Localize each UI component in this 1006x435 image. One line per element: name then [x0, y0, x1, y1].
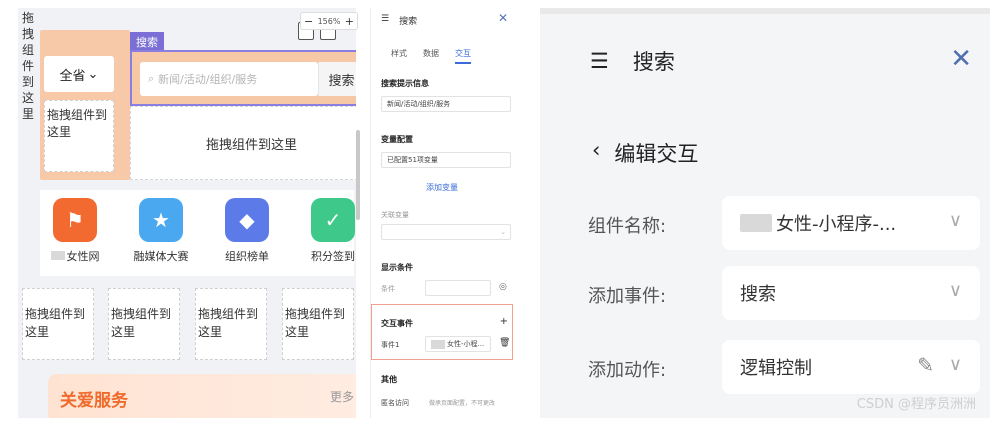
- zoom-out-button[interactable]: −: [304, 15, 313, 28]
- chevron-left-icon: ‹: [592, 138, 601, 162]
- component-name-row: 组件名称: 女性-小程序-... ∨: [588, 196, 988, 252]
- event1-label: 事件1: [381, 341, 400, 349]
- component-name-value: 女性-小程序-...: [776, 214, 897, 235]
- app-item-ranking[interactable]: ◆ 组织榜单: [212, 198, 282, 264]
- event1-value: 女性-小程...: [447, 340, 485, 348]
- search-icon: ⌕: [148, 72, 155, 85]
- province-label: 全省: [59, 68, 86, 84]
- add-variable-button[interactable]: 添加变量: [371, 182, 513, 193]
- app-label: 积分签到: [311, 250, 355, 263]
- panel-tabs: 样式 数据 交互: [391, 48, 471, 64]
- anonymous-access-label: 匿名访问: [381, 399, 409, 407]
- search-button[interactable]: 搜索: [318, 62, 356, 96]
- editor-canvas: 拖拽组件到这里 全省 ⌄ 拖拽组件到这里 搜索 ⌕ 新闻/活动/组织/服务 搜索…: [18, 8, 356, 418]
- diamond-icon: ◆: [225, 198, 269, 242]
- search-placeholder: 新闻/活动/组织/服务: [158, 73, 258, 86]
- property-panel: ☰ 搜索 ✕ 样式 数据 交互 搜索提示信息 新闻/活动/组织/服务 变量配置 …: [370, 8, 513, 418]
- dropzone-row-item[interactable]: 拖拽组件到这里: [195, 288, 267, 360]
- dropzone-row-item[interactable]: 拖拽组件到这里: [108, 288, 180, 360]
- display-condition-label: 显示条件: [381, 263, 413, 272]
- top-strip: [540, 8, 990, 14]
- hint-section-label: 搜索提示信息: [381, 79, 429, 88]
- screenshot-root: 拖拽组件到这里 全省 ⌄ 拖拽组件到这里 搜索 ⌕ 新闻/活动/组织/服务 搜索…: [0, 0, 1006, 435]
- vertical-dropzone-text: 拖拽组件到这里: [22, 11, 35, 121]
- other-section-label: 其他: [381, 375, 397, 384]
- add-action-value: 逻辑控制: [740, 358, 812, 379]
- flag-icon: ⚑: [53, 198, 97, 242]
- trash-icon[interactable]: 🗑: [499, 338, 510, 348]
- panel-title: 搜索: [399, 17, 418, 27]
- canvas-scrollbar[interactable]: [356, 130, 360, 220]
- chevron-down-icon: ⌄: [87, 66, 99, 82]
- pen-icon[interactable]: ✎: [917, 353, 934, 377]
- interaction-event-label: 交互事件: [381, 319, 413, 328]
- related-variable-label: 关联变量: [381, 211, 409, 219]
- add-action-select[interactable]: 逻辑控制 ✎ ∨: [722, 340, 980, 394]
- calendar-check-icon: ✓: [311, 198, 355, 242]
- related-variable-select[interactable]: ⌄: [381, 224, 511, 240]
- dropzone-large[interactable]: 拖拽组件到这里: [130, 106, 356, 180]
- chevron-down-icon: ∨: [948, 280, 962, 301]
- dropzone-small[interactable]: 拖拽组件到这里: [44, 100, 114, 172]
- app-item-women[interactable]: ⚑ 女性网: [40, 198, 110, 264]
- add-event-label: 添加事件:: [588, 286, 667, 307]
- star-icon: ★: [139, 198, 183, 242]
- zoomed-title: 搜索: [632, 50, 675, 74]
- hint-input[interactable]: 新闻/活动/组织/服务: [381, 96, 511, 112]
- blurred-text: [50, 251, 65, 260]
- tab-interaction[interactable]: 交互: [455, 48, 471, 64]
- watermark: CSDN @程序员洲洲: [856, 397, 976, 412]
- dropzone-row-item[interactable]: 拖拽组件到这里: [282, 288, 354, 360]
- zoom-control: − 156% +: [300, 12, 358, 30]
- variable-summary[interactable]: 已配置51项变量: [381, 152, 511, 168]
- app-item-checkin[interactable]: ✓ 积分签到: [298, 198, 356, 264]
- settings-sliders-icon: ☰: [590, 49, 609, 73]
- chevron-down-icon: ∨: [948, 354, 962, 375]
- condition-input[interactable]: [425, 280, 491, 296]
- add-event-value: 搜索: [740, 284, 776, 305]
- app-label: 女性网: [66, 250, 100, 263]
- panel-header: ☰ 搜索: [381, 14, 417, 27]
- close-icon[interactable]: ✕: [498, 11, 508, 25]
- blurred-text: [740, 214, 772, 232]
- tab-data[interactable]: 数据: [423, 48, 439, 64]
- province-select[interactable]: 全省 ⌄: [44, 56, 114, 92]
- anonymous-access-value: 做承页面配置，不可更改: [429, 400, 496, 407]
- more-link[interactable]: 更多: [330, 388, 354, 405]
- app-icon-row: ⚑ 女性网 ★ 融媒体大赛 ◆ 组织榜单 ✓ 积分签到: [40, 190, 356, 276]
- condition-label: 条件: [381, 285, 395, 293]
- app-label: 组织榜单: [225, 250, 269, 263]
- target-icon[interactable]: ◎: [499, 282, 507, 292]
- search-component-tag: 搜索: [130, 32, 164, 52]
- search-input[interactable]: ⌕ 新闻/活动/组织/服务: [140, 62, 318, 96]
- settings-sliders-icon: ☰: [381, 14, 390, 24]
- app-label: 融媒体大赛: [133, 250, 189, 263]
- add-event-select[interactable]: 搜索 ∨: [722, 266, 980, 320]
- chevron-down-icon: ∨: [948, 210, 962, 231]
- app-item-media[interactable]: ★ 融媒体大赛: [126, 198, 196, 264]
- event1-field[interactable]: 女性-小程...: [425, 336, 491, 352]
- add-action-row: 添加动作: 逻辑控制 ✎ ∨: [588, 340, 988, 396]
- care-title: 关爱服务: [60, 391, 128, 411]
- care-service-banner[interactable]: 关爱服务 更多: [48, 374, 356, 418]
- back-to-edit[interactable]: ‹ 编辑交互: [592, 138, 698, 168]
- chevron-down-icon: ⌄: [500, 228, 506, 236]
- zoom-level: 156%: [317, 16, 341, 26]
- component-name-label: 组件名称:: [588, 216, 667, 237]
- blurred-text: [431, 339, 445, 349]
- edit-interaction-title: 编辑交互: [614, 142, 699, 166]
- dropzone-row-item[interactable]: 拖拽组件到这里: [22, 288, 94, 360]
- add-event-row: 添加事件: 搜索 ∨: [588, 266, 988, 322]
- tab-style[interactable]: 样式: [391, 48, 407, 64]
- zoomed-header: ☰ 搜索: [590, 46, 675, 76]
- add-action-label: 添加动作:: [588, 360, 667, 381]
- close-icon[interactable]: ✕: [950, 44, 972, 74]
- zoomed-interaction-panel: ☰ 搜索 ✕ ‹ 编辑交互 组件名称: 女性-小程序-... ∨ 添加事件: 搜…: [540, 8, 990, 418]
- variable-section-label: 变量配置: [381, 135, 413, 144]
- component-name-select[interactable]: 女性-小程序-... ∨: [722, 196, 980, 250]
- zoom-in-button[interactable]: +: [345, 15, 354, 28]
- add-event-button[interactable]: +: [500, 316, 508, 327]
